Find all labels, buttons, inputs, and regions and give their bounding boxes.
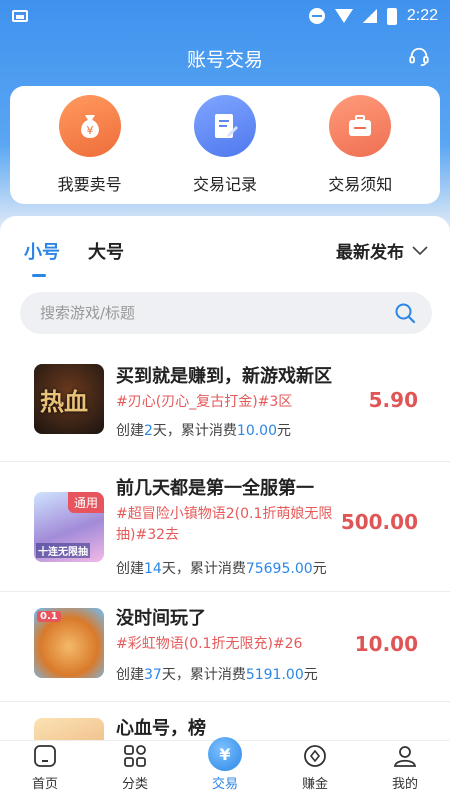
quick-actions-card: ¥ 我要卖号 交易记录 交易须知 [10,86,440,204]
list-item[interactable]: 热血 买到就是赚到，新游戏新区 #刃心(刃心_复古打金)#3区 创建2天，累计消… [0,352,450,462]
listing-price: 5.90 [368,388,418,412]
briefcase-icon [329,95,392,157]
sell-account-action[interactable]: ¥ 我要卖号 [30,95,150,195]
tab-category[interactable]: 分类 [100,743,170,792]
search-input[interactable] [40,304,394,322]
listing-list: 热血 买到就是赚到，新游戏新区 #刃心(刃心_复古打金)#3区 创建2天，累计消… [0,352,450,746]
wifi-icon [334,9,353,23]
coin-icon [304,745,326,767]
page-title: 账号交易 [186,48,263,71]
svg-text:¥: ¥ [86,124,93,137]
battery-icon [386,7,397,25]
listing-game-tag: #超冒险小镇物语2(0.1折萌娘无限抽)#32去 [116,506,333,543]
listing-game-tag: #彩虹物语(0.1折无限充)#26 [116,636,303,652]
sort-dropdown[interactable]: 最新发布 [336,238,428,263]
signal-icon [362,9,377,23]
gallery-notification-icon [12,10,28,22]
listing-meta: 创建14天，累计消费75695.00元 [116,561,327,577]
thumbnail-text: 热血 [40,388,88,416]
tab-small-account[interactable]: 小号 [24,238,60,264]
chevron-down-icon [412,245,428,255]
trade-icon: ¥ [208,737,242,771]
game-thumbnail: 0.1 [34,608,104,678]
listing-meta: 创建37天，累计消费5191.00元 [116,667,318,683]
headset-icon[interactable] [408,46,430,68]
game-thumbnail: 热血 [34,364,104,434]
trade-records-label: 交易记录 [192,175,257,194]
tab-mine[interactable]: 我的 [370,743,440,792]
search-icon[interactable] [394,302,416,324]
title-bar: 账号交易 [0,40,450,76]
tab-trade[interactable]: ¥ 交易 [190,737,260,792]
status-time: 2:22 [406,7,438,24]
tab-home-label: 首页 [31,777,58,792]
active-tab-indicator [32,274,46,277]
trade-notice-action[interactable]: 交易须知 [300,95,420,195]
tab-mine-label: 我的 [391,777,418,792]
sort-label: 最新发布 [336,243,404,263]
profile-icon [393,746,417,767]
listing-title: 前几天都是第一全服第一 [116,478,314,499]
thumbnail-text: 十连无限抽 [36,543,90,558]
bottom-tab-bar: 首页 分类 ¥ 交易 赚金 我的 [0,737,450,800]
listing-panel: 小号 大号 最新发布 热血 买到就是赚到，新游戏新区 #刃心(刃心_复古打金)#… [0,216,450,746]
grid-icon [124,745,146,767]
tab-earn-label: 赚金 [301,777,328,792]
universal-badge: 通用 [67,492,104,513]
trade-notice-label: 交易须知 [328,175,393,194]
tab-earn[interactable]: 赚金 [280,743,350,792]
tab-category-label: 分类 [121,777,148,792]
category-tabs: 小号 大号 最新发布 [0,216,450,282]
thumbnail-text: 0.1 [37,611,61,622]
list-item[interactable]: 0.1 没时间玩了 #彩虹物语(0.1折无限充)#26 创建37天，累计消费51… [0,592,450,702]
game-thumbnail: 通用 十连无限抽 [34,492,104,562]
sell-account-label: 我要卖号 [57,175,122,194]
listing-game-tag: #刃心(刃心_复古打金)#3区 [116,394,293,410]
listing-price: 10.00 [354,632,418,656]
status-bar: 2:22 [0,0,450,32]
tab-large-account[interactable]: 大号 [88,238,124,264]
listing-title: 没时间玩了 [116,608,206,629]
do-not-disturb-icon [308,8,325,24]
listing-meta: 创建2天，累计消费10.00元 [116,423,292,439]
home-icon [34,745,56,767]
search-bar[interactable] [20,292,432,334]
listing-price: 500.00 [340,510,418,534]
list-item[interactable]: 通用 十连无限抽 前几天都是第一全服第一 #超冒险小镇物语2(0.1折萌娘无限抽… [0,462,450,592]
trade-records-action[interactable]: 交易记录 [165,95,285,195]
listing-title: 买到就是赚到，新游戏新区 [116,366,332,387]
money-bag-icon: ¥ [58,95,121,157]
tab-trade-label: 交易 [211,777,238,792]
document-edit-icon [193,95,256,157]
tab-home[interactable]: 首页 [10,743,80,792]
